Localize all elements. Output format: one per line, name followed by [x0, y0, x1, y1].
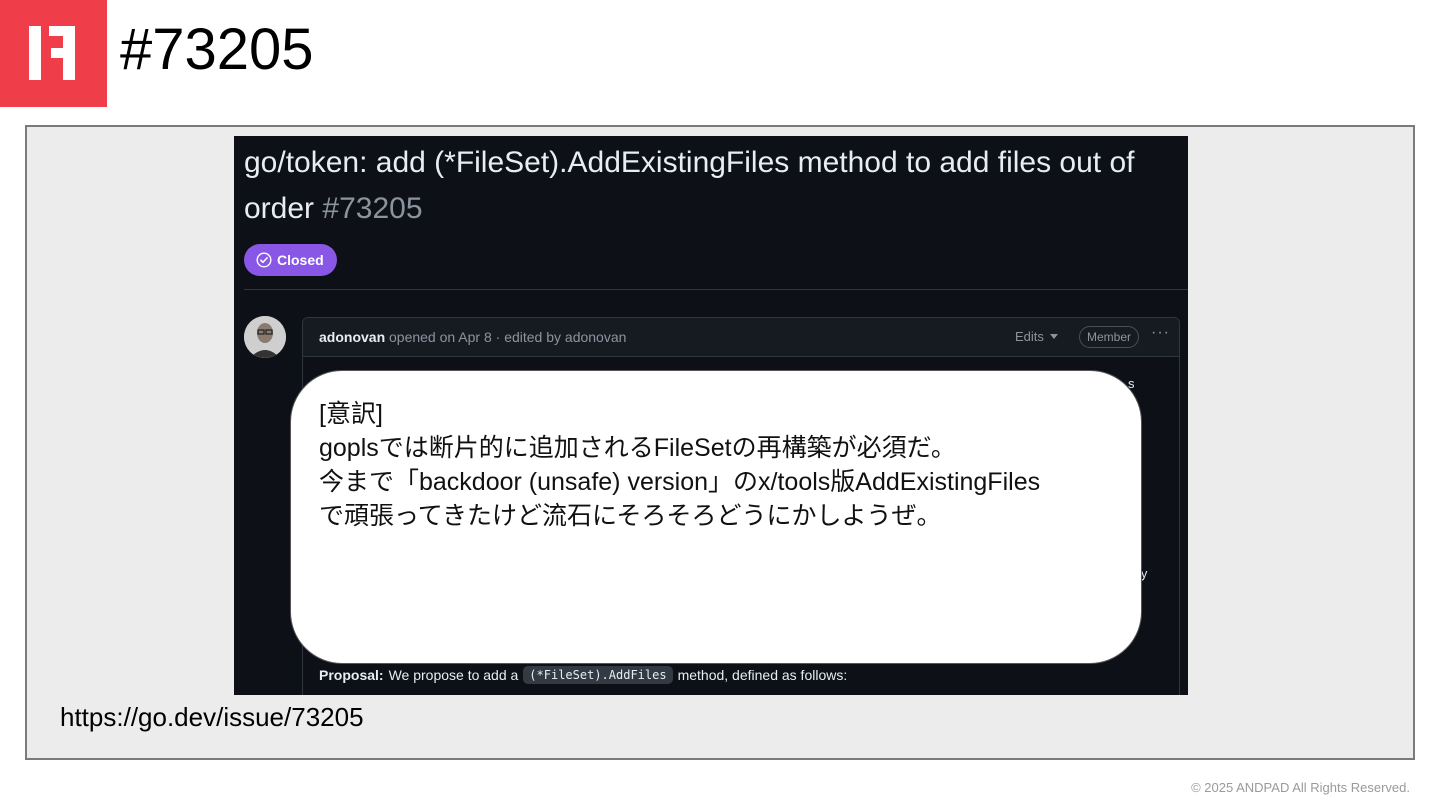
proposal-label: Proposal:: [319, 667, 384, 683]
divider: [244, 289, 1188, 290]
kebab-menu-icon[interactable]: ···: [1151, 324, 1170, 342]
user-avatar-icon: [244, 316, 286, 358]
comment-header: adonovan opened on Apr 8 · edited by ado…: [303, 318, 1179, 357]
translation-line: で頑張ってきたけど流石にそろそろどうにかしようぜ。: [319, 502, 942, 530]
translation-line: 今まで「backdoor (unsafe) version」のx/tools版A…: [319, 468, 1041, 496]
proposal-line: Proposal: We propose to add a (*FileSet)…: [319, 666, 847, 684]
translation-line: goplsでは断片的に追加されるFileSetの再構築が必須だ。: [319, 434, 956, 462]
caret-down-icon: [1049, 334, 1058, 339]
copyright: © 2025 ANDPAD All Rights Reserved.: [1191, 780, 1410, 795]
issue-title: go/token: add (*FileSet).AddExistingFile…: [244, 140, 1188, 232]
brand-logo: [0, 0, 107, 107]
comment-meta: opened on Apr 8 · edited by adonovan: [389, 329, 627, 345]
translation-callout: [意訳] goplsでは断片的に追加されるFileSetの再構築が必須だ。 今ま…: [290, 370, 1142, 664]
edits-dropdown[interactable]: Edits: [1015, 329, 1058, 344]
avatar[interactable]: [244, 316, 286, 358]
translation-text: [意訳] goplsでは断片的に追加されるFileSetの再構築が必須だ。 今ま…: [319, 397, 1040, 533]
source-url[interactable]: https://go.dev/issue/73205: [60, 702, 364, 733]
comment-author[interactable]: adonovan: [319, 329, 385, 345]
status-badge: Closed: [244, 244, 337, 276]
issue-number: #73205: [322, 192, 423, 225]
edits-label: Edits: [1015, 329, 1044, 344]
proposal-text: We propose to add a: [388, 667, 519, 683]
andpad-logo-icon: [29, 26, 75, 80]
status-label: Closed: [277, 252, 324, 268]
inline-code: (*FileSet).AddFiles: [523, 666, 673, 684]
role-badge: Member: [1079, 326, 1140, 348]
translation-line: [意訳]: [319, 400, 383, 428]
proposal-tail: method, defined as follows:: [677, 667, 848, 683]
closed-check-circle-icon: [256, 252, 272, 268]
slide-title: #73205: [120, 17, 314, 82]
